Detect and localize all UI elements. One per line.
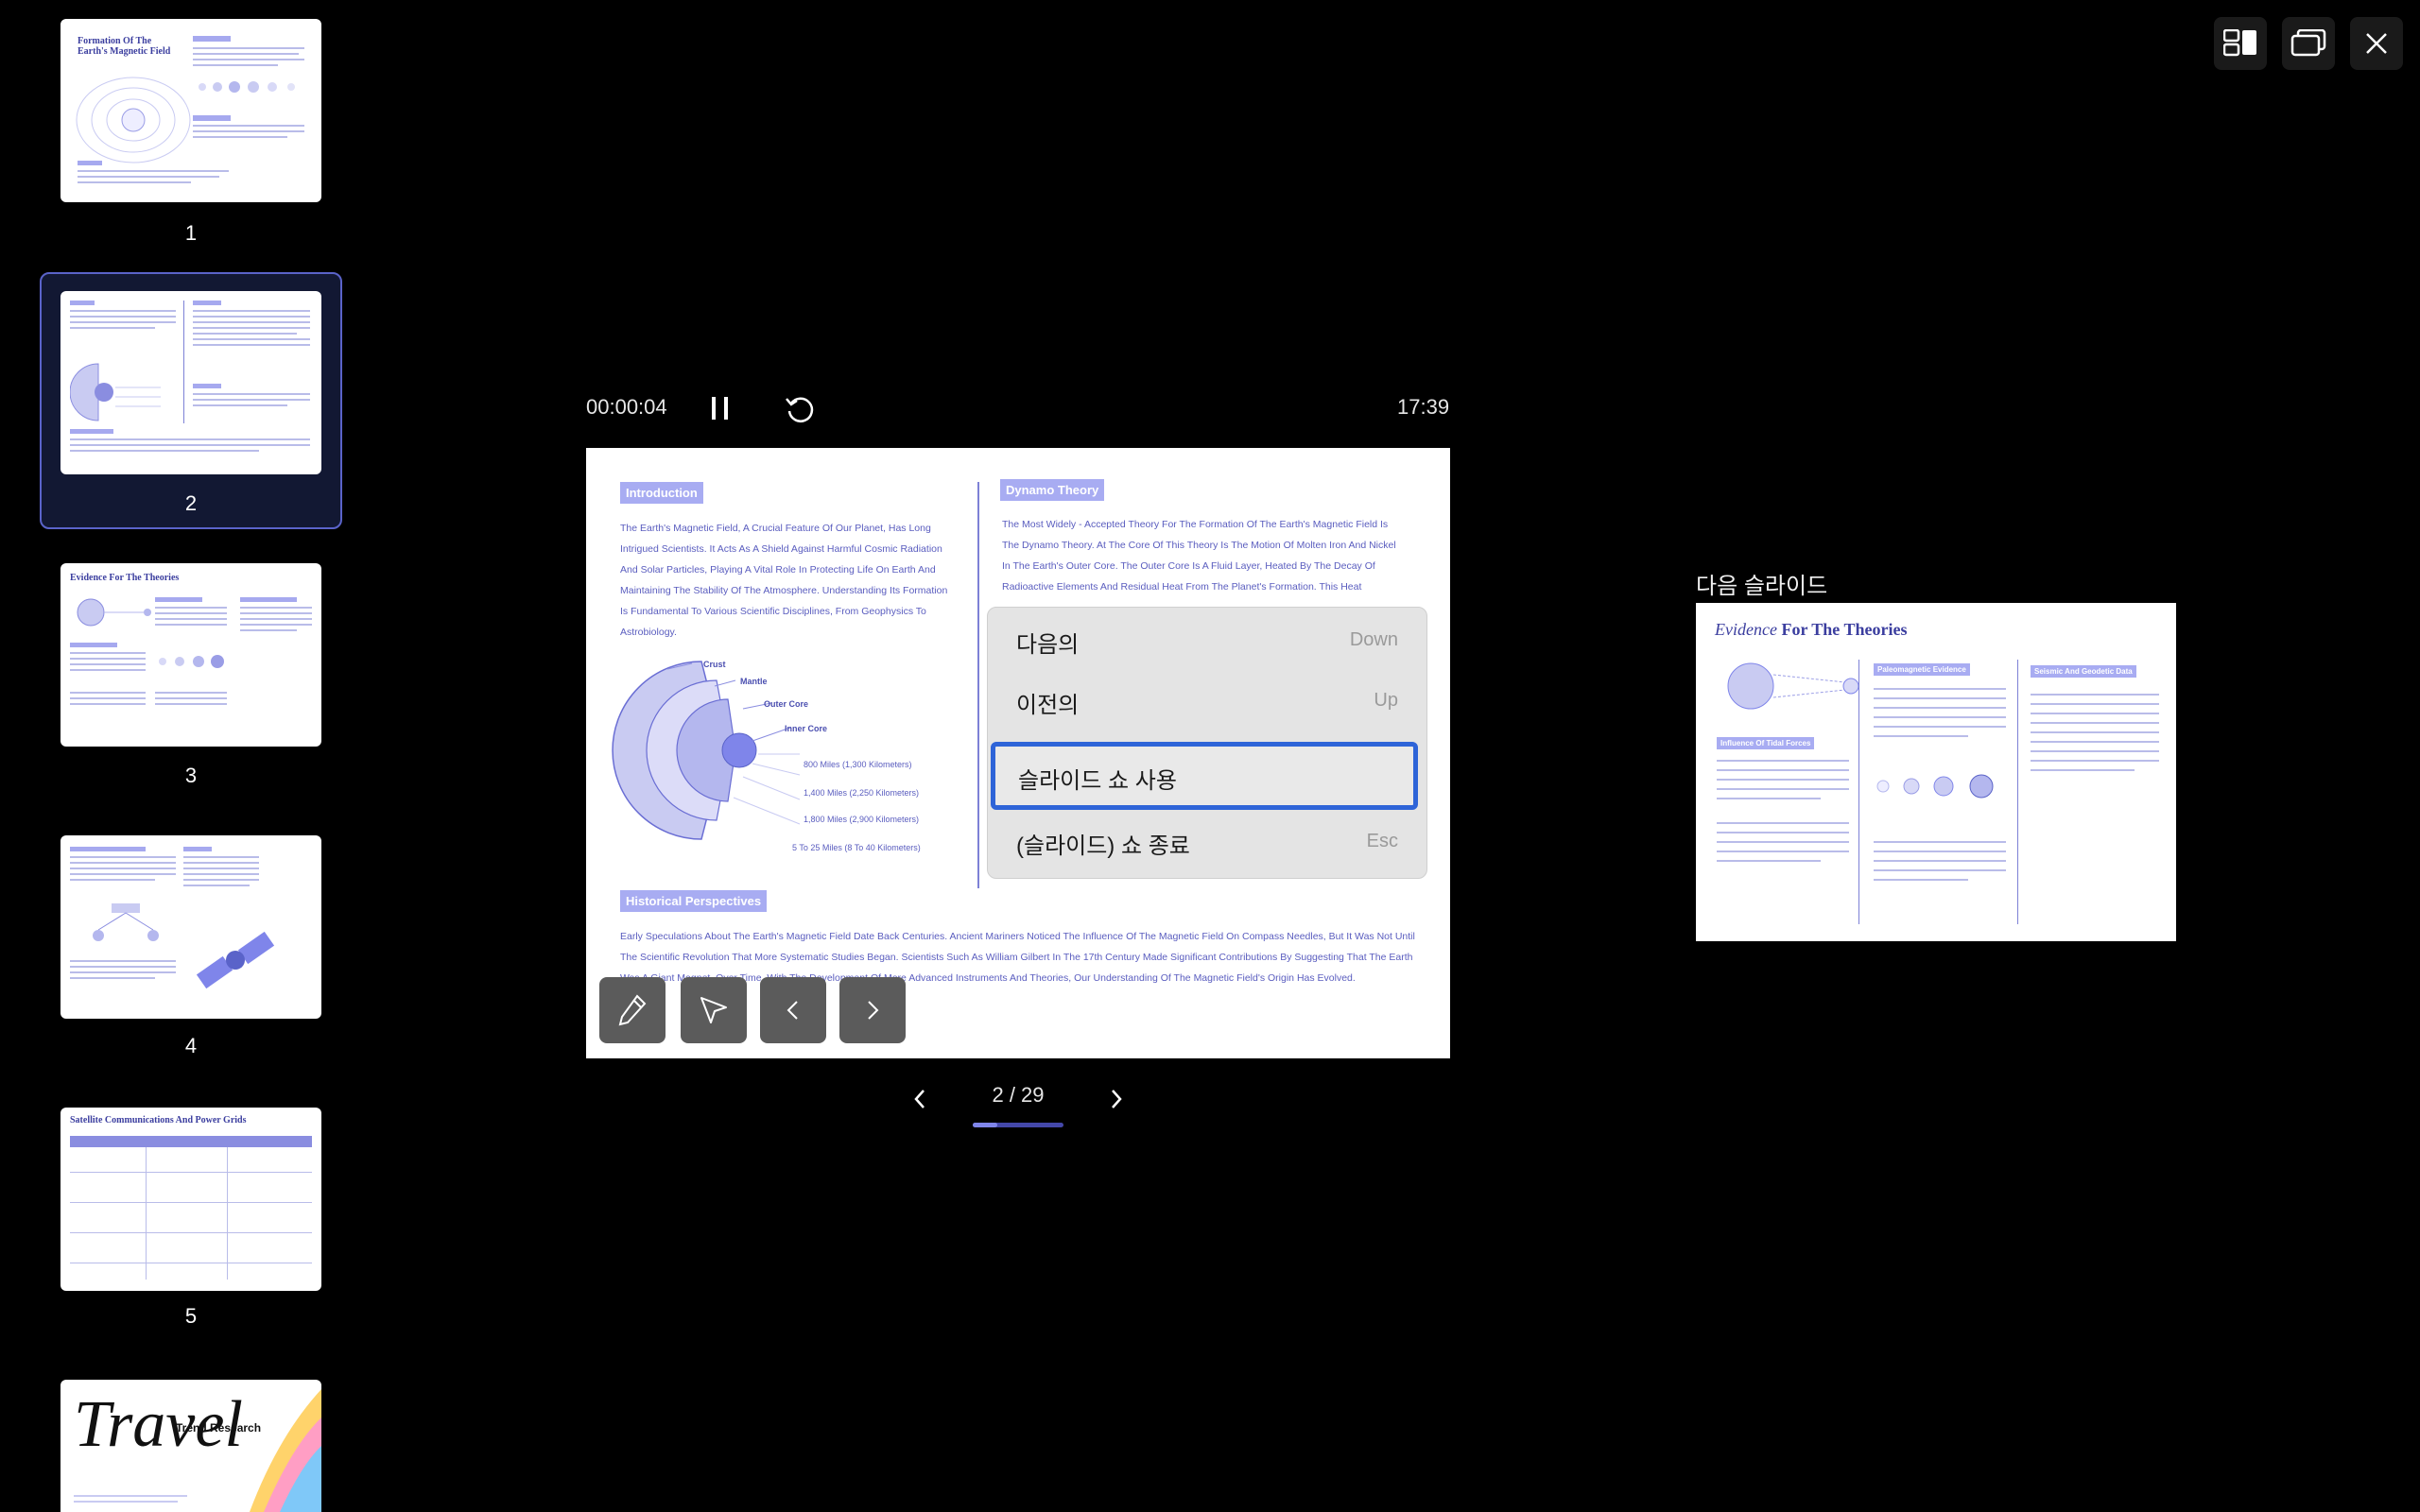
introduction-tag: Introduction (620, 482, 703, 504)
display-switch-button[interactable] (2282, 17, 2335, 70)
close-button[interactable] (2350, 17, 2403, 70)
magnetic-field-illustration (76, 77, 191, 163)
display-switch-icon (2290, 29, 2326, 57)
slide-thumbnail-3[interactable]: Evidence For The Theories (60, 563, 321, 747)
slide-thumbnail-4[interactable] (60, 835, 321, 1019)
thumb-title: Evidence For The Theories (70, 573, 180, 583)
paleomagnetic-tag: Paleomagnetic Evidence (1874, 663, 1970, 676)
pager-next-button[interactable] (1102, 1085, 1131, 1113)
layer-label-crust: Crust (703, 660, 726, 669)
planet-row (199, 81, 295, 93)
pager-previous-button[interactable] (906, 1085, 934, 1113)
current-time: 17:39 (1397, 395, 1450, 419)
slide-next-button[interactable] (839, 977, 906, 1043)
menu-item-previous[interactable]: 이전의 Up (988, 673, 1426, 730)
next-slide-label: 다음 슬라이드 (1696, 574, 1828, 599)
satellite-illustration (196, 931, 275, 989)
slide-thumbnail-6[interactable]: Travel Trend Research (60, 1380, 321, 1512)
depth-label-4: 5 To 25 Miles (8 To 40 Kilometers) (792, 843, 921, 852)
tidal-forces-illustration (1727, 662, 1859, 710)
depth-label-1: 800 Miles (1,300 Kilometers) (804, 760, 912, 769)
menu-item-label: 이전의 (1016, 693, 1080, 718)
pen-icon (618, 994, 647, 1026)
slide-progress-fill (973, 1123, 998, 1127)
slide-thumbnail-2[interactable] (60, 291, 321, 474)
elapsed-timer: 00:00:04 (586, 395, 667, 419)
diagram-mini (93, 903, 159, 941)
earth-layers-mini (70, 363, 161, 421)
slide-number-2: 2 (184, 491, 198, 515)
layout-toggle-button[interactable] (2214, 17, 2267, 70)
slide-number-5: 5 (184, 1304, 198, 1328)
dynamo-tag: Dynamo Theory (1000, 479, 1105, 501)
introduction-text: The Earth's Magnetic Field, A Crucial Fe… (620, 523, 948, 638)
pointer-tool-button[interactable] (681, 977, 747, 1043)
dynamo-text: The Most Widely - Accepted Theory For Th… (1002, 519, 1396, 593)
pointer-icon (700, 997, 727, 1023)
slide-number-3: 3 (184, 764, 198, 787)
menu-item-shortcut: Up (1374, 690, 1398, 711)
chevron-left-icon (914, 1090, 925, 1108)
column-divider (977, 482, 979, 888)
thumb-title: Formation Of The Earth's Magnetic Field (78, 36, 171, 57)
layer-label-mantle: Mantle (740, 677, 768, 686)
tidal-illustration (77, 598, 151, 627)
slide-number-4: 4 (184, 1034, 198, 1057)
layer-label-outer-core: Outer Core (764, 699, 809, 709)
restart-button[interactable] (781, 391, 819, 427)
restart-icon (786, 397, 814, 422)
menu-item-label: 다음의 (1016, 632, 1080, 658)
menu-item-end-show[interactable]: (슬라이드) 쇼 종료 Esc (988, 814, 1426, 870)
layer-label-inner-core: Inner Core (785, 724, 828, 733)
next-slide-preview: Evidence For The Theories Influence Of T… (1696, 603, 2176, 941)
thumb-title: Satellite Communications And Power Grids (70, 1115, 247, 1125)
pen-tool-button[interactable] (599, 977, 666, 1043)
chevron-left-icon (786, 1001, 798, 1020)
depth-label-3: 1,800 Miles (2,900 Kilometers) (804, 815, 920, 824)
slide-previous-button[interactable] (760, 977, 826, 1043)
slide-progress-bar (973, 1123, 1063, 1127)
page-indicator: 2 / 29 (992, 1083, 1045, 1107)
menu-item-label: (슬라이드) 쇼 종료 (1016, 833, 1190, 859)
menu-item-shortcut: Esc (1366, 831, 1398, 851)
chevron-right-icon (868, 1001, 879, 1020)
next-slide-title: Evidence For The Theories (1715, 620, 1908, 639)
pause-icon (712, 397, 728, 420)
close-icon (2366, 33, 2387, 54)
travel-subtitle: Trend Research (176, 1421, 262, 1435)
tidal-forces-tag: Influence Of Tidal Forces (1717, 737, 1815, 749)
menu-item-next[interactable]: 다음의 Down (988, 612, 1426, 669)
menu-item-shortcut: Down (1349, 629, 1398, 650)
historical-tag: Historical Perspectives (620, 890, 768, 912)
depth-label-2: 1,400 Miles (2,250 Kilometers) (804, 788, 920, 798)
slide-thumbnail-5[interactable]: Satellite Communications And Power Grids (60, 1108, 321, 1291)
seismic-tag: Seismic And Geodetic Data (2031, 665, 2136, 678)
slide-thumbnail-1[interactable]: Formation Of The Earth's Magnetic Field (60, 19, 321, 202)
planet-comparison-row (1876, 774, 1994, 799)
slide-number-1: 1 (184, 221, 198, 245)
menu-item-use-slideshow[interactable]: 슬라이드 쇼 사용 (991, 742, 1418, 810)
chevron-right-icon (1112, 1090, 1122, 1108)
context-menu: 다음의 Down 이전의 Up 슬라이드 쇼 사용 (슬라이드) 쇼 종료 Es… (987, 607, 1427, 879)
layout-icon (2223, 29, 2256, 57)
menu-item-label: 슬라이드 쇼 사용 (1018, 768, 1177, 794)
pause-button[interactable] (703, 391, 737, 425)
